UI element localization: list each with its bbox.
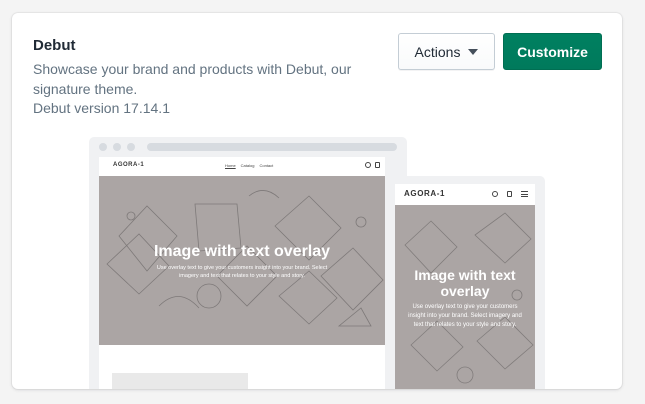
menu-icon: [521, 191, 528, 197]
mobile-site: AGORA-1 Image with text overlay Use over…: [395, 184, 535, 389]
mobile-preview: AGORA-1 Image with text overlay Use over…: [387, 176, 545, 389]
window-dot-icon: [127, 143, 135, 151]
window-dot-icon: [113, 143, 121, 151]
actions-label: Actions: [414, 43, 461, 60]
site-header: AGORA-1 Home Catalog Contact: [99, 157, 385, 176]
window-dot-icon: [99, 143, 107, 151]
url-bar: [147, 143, 397, 151]
hero-image-mobile: Image with text overlay Use overlay text…: [395, 205, 535, 389]
theme-name: Debut: [33, 37, 76, 54]
store-logo: AGORA-1: [113, 162, 145, 168]
desktop-site: AGORA-1 Home Catalog Contact Image with …: [99, 157, 385, 389]
actions-button[interactable]: Actions: [398, 33, 495, 70]
cart-icon: [375, 162, 380, 168]
caret-down-icon: [468, 48, 479, 55]
store-logo-mobile: AGORA-1: [404, 189, 446, 198]
nav-item-catalog: Catalog: [240, 163, 255, 168]
theme-description: Showcase your brand and products with De…: [33, 61, 352, 97]
content-placeholder: [112, 373, 248, 389]
hero-subtitle: Use overlay text to give your customers …: [156, 265, 328, 279]
site-nav: Home Catalog Contact: [225, 163, 273, 168]
hero-subtitle-mobile: Use overlay text to give your customers …: [408, 304, 522, 328]
hero-image-desktop: Image with text overlay Use overlay text…: [99, 176, 385, 345]
search-icon: [365, 162, 371, 168]
cart-icon: [507, 191, 512, 197]
theme-card: Debut Showcase your brand and products w…: [12, 13, 622, 389]
theme-version: Debut version 17.14.1: [33, 100, 170, 116]
hero-title: Image with text overlay: [153, 243, 331, 260]
customize-button[interactable]: Customize: [503, 33, 602, 70]
nav-item-contact: Contact: [259, 163, 274, 168]
hero-title-mobile: Image with text overlay: [414, 267, 516, 299]
search-icon: [492, 191, 498, 197]
desktop-preview: AGORA-1 Home Catalog Contact Image with …: [89, 137, 407, 389]
nav-item-home: Home: [225, 163, 236, 168]
